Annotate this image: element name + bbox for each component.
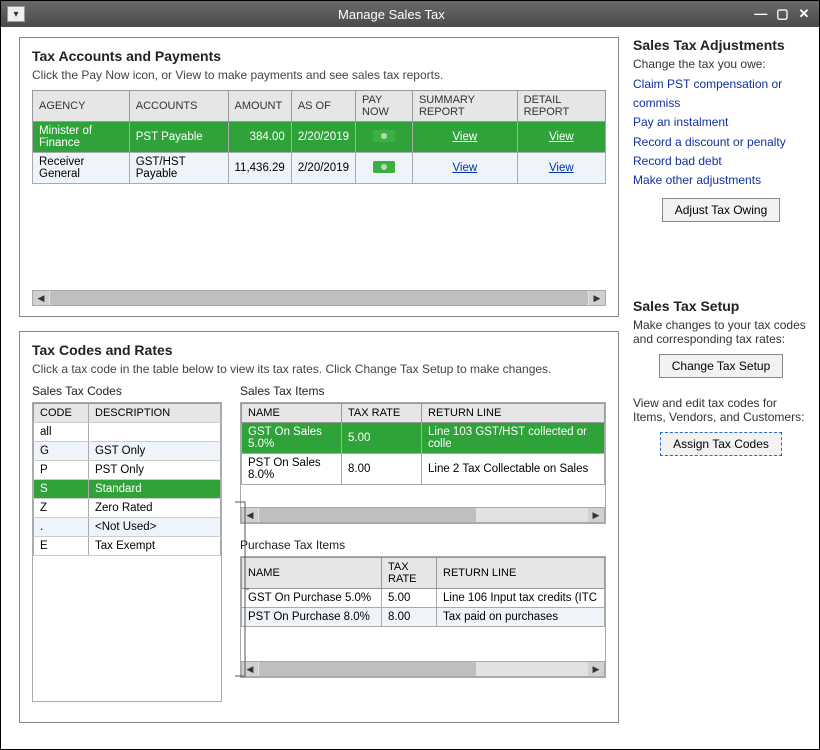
codes-label: Sales Tax Codes — [32, 384, 222, 398]
summary-view-link[interactable]: View — [452, 131, 477, 143]
maximize-icon[interactable]: ▢ — [773, 6, 791, 22]
col-accounts[interactable]: ACCOUNTS — [129, 91, 228, 122]
adjust-tax-owing-button[interactable]: Adjust Tax Owing — [662, 198, 781, 222]
codes-heading: Tax Codes and Rates — [32, 342, 606, 358]
scroll-right-icon[interactable]: ▶ — [589, 291, 605, 305]
summary-view-link[interactable]: View — [452, 162, 477, 174]
tax-codes-panel: Tax Codes and Rates Click a tax code in … — [19, 331, 619, 723]
purchase-items-label: Purchase Tax Items — [240, 538, 606, 552]
tax-codes-listbox: CODE DESCRIPTION all GGST Only PPST Only… — [32, 402, 222, 702]
setup-heading: Sales Tax Setup — [633, 298, 809, 314]
tax-accounts-panel: Tax Accounts and Payments Click the Pay … — [19, 37, 619, 317]
col-name[interactable]: NAME — [242, 558, 382, 589]
scroll-left-icon[interactable]: ◀ — [33, 291, 49, 305]
link-pay-instalment[interactable]: Pay an instalment — [633, 113, 809, 132]
col-rate[interactable]: TAX RATE — [382, 558, 437, 589]
link-claim-pst[interactable]: Claim PST compensation or commiss — [633, 75, 809, 113]
col-paynow[interactable]: PAY NOW — [356, 91, 413, 122]
paynow-icon[interactable] — [373, 161, 395, 173]
accounts-heading: Tax Accounts and Payments — [32, 48, 606, 64]
sales-tax-setup-section: Sales Tax Setup Make changes to your tax… — [633, 298, 809, 456]
scroll-thumb[interactable] — [259, 508, 476, 522]
accounts-table: AGENCY ACCOUNTS AMOUNT AS OF PAY NOW SUM… — [32, 90, 606, 184]
scroll-right-icon[interactable]: ▶ — [588, 508, 604, 522]
list-item[interactable]: GST On Purchase 5.0% 5.00 Line 106 Input… — [242, 589, 605, 608]
scroll-left-icon[interactable]: ◀ — [242, 508, 258, 522]
detail-view-link[interactable]: View — [549, 131, 574, 143]
minimize-icon[interactable]: — — [752, 6, 770, 21]
assign-tax-codes-button[interactable]: Assign Tax Codes — [660, 432, 782, 456]
list-item[interactable]: PST On Purchase 8.0% 8.00 Tax paid on pu… — [242, 608, 605, 627]
list-item[interactable]: PPST Only — [34, 461, 221, 480]
col-amount[interactable]: AMOUNT — [228, 91, 291, 122]
cell-agency: Minister of Finance — [33, 122, 130, 153]
horizontal-scrollbar[interactable]: ◀ ▶ — [241, 661, 605, 677]
setup-note-2: View and edit tax codes for Items, Vendo… — [633, 396, 809, 424]
col-agency[interactable]: AGENCY — [33, 91, 130, 122]
codes-subtitle: Click a tax code in the table below to v… — [32, 362, 606, 376]
close-icon[interactable]: ✕ — [795, 6, 813, 22]
titlebar: ▾ Manage Sales Tax — ▢ ✕ — [1, 1, 819, 27]
change-tax-setup-button[interactable]: Change Tax Setup — [659, 354, 784, 378]
horizontal-scrollbar[interactable]: ◀ ▶ — [241, 507, 605, 523]
link-record-bad-debt[interactable]: Record bad debt — [633, 152, 809, 171]
col-detail[interactable]: DETAIL REPORT — [517, 91, 605, 122]
col-description[interactable]: DESCRIPTION — [89, 404, 221, 423]
adjustments-heading: Sales Tax Adjustments — [633, 37, 809, 53]
list-item[interactable]: GST On Sales 5.0% 5.00 Line 103 GST/HST … — [242, 423, 605, 454]
window-menu-icon[interactable]: ▾ — [7, 6, 25, 22]
adjustments-note: Change the tax you owe: — [633, 57, 809, 71]
table-row[interactable]: Receiver General GST/HST Payable 11,436.… — [33, 153, 606, 184]
list-item[interactable]: GGST Only — [34, 442, 221, 461]
scroll-right-icon[interactable]: ▶ — [588, 662, 604, 676]
window-title: Manage Sales Tax — [31, 7, 752, 22]
col-code[interactable]: CODE — [34, 404, 89, 423]
detail-view-link[interactable]: View — [549, 162, 574, 174]
scroll-left-icon[interactable]: ◀ — [242, 662, 258, 676]
list-item[interactable]: all — [34, 423, 221, 442]
sales-tax-adjustments-section: Sales Tax Adjustments Change the tax you… — [633, 37, 809, 222]
list-item[interactable]: ZZero Rated — [34, 499, 221, 518]
col-rate[interactable]: TAX RATE — [342, 404, 422, 423]
link-record-discount[interactable]: Record a discount or penalty — [633, 133, 809, 152]
list-item[interactable]: SStandard — [34, 480, 221, 499]
cell-account: PST Payable — [129, 122, 228, 153]
list-item[interactable]: .<Not Used> — [34, 518, 221, 537]
cell-amount: 384.00 — [228, 122, 291, 153]
accounts-subtitle: Click the Pay Now icon, or View to make … — [32, 68, 606, 82]
link-other-adjustments[interactable]: Make other adjustments — [633, 171, 809, 190]
col-return[interactable]: RETURN LINE — [437, 558, 605, 589]
horizontal-scrollbar[interactable]: ◀ ▶ — [32, 290, 606, 306]
col-return[interactable]: RETURN LINE — [422, 404, 605, 423]
setup-note: Make changes to your tax codes and corre… — [633, 318, 809, 346]
purchase-items-box: NAME TAX RATE RETURN LINE GST On Purchas… — [240, 556, 606, 678]
list-item[interactable]: ETax Exempt — [34, 537, 221, 556]
cell-asof: 2/20/2019 — [291, 122, 355, 153]
scroll-thumb[interactable] — [259, 662, 476, 676]
col-name[interactable]: NAME — [242, 404, 342, 423]
cell-account: GST/HST Payable — [129, 153, 228, 184]
scroll-track[interactable] — [50, 291, 588, 305]
table-row[interactable]: Minister of Finance PST Payable 384.00 2… — [33, 122, 606, 153]
sales-items-label: Sales Tax Items — [240, 384, 606, 398]
col-summary[interactable]: SUMMARY REPORT — [412, 91, 517, 122]
window-frame: ▾ Manage Sales Tax — ▢ ✕ Tax Accounts an… — [0, 0, 820, 750]
cell-amount: 11,436.29 — [228, 153, 291, 184]
col-asof[interactable]: AS OF — [291, 91, 355, 122]
cell-asof: 2/20/2019 — [291, 153, 355, 184]
list-item[interactable]: PST On Sales 8.0% 8.00 Line 2 Tax Collec… — [242, 454, 605, 485]
cell-agency: Receiver General — [33, 153, 130, 184]
paynow-icon[interactable] — [373, 130, 395, 142]
sales-items-box: NAME TAX RATE RETURN LINE GST On Sales 5… — [240, 402, 606, 524]
